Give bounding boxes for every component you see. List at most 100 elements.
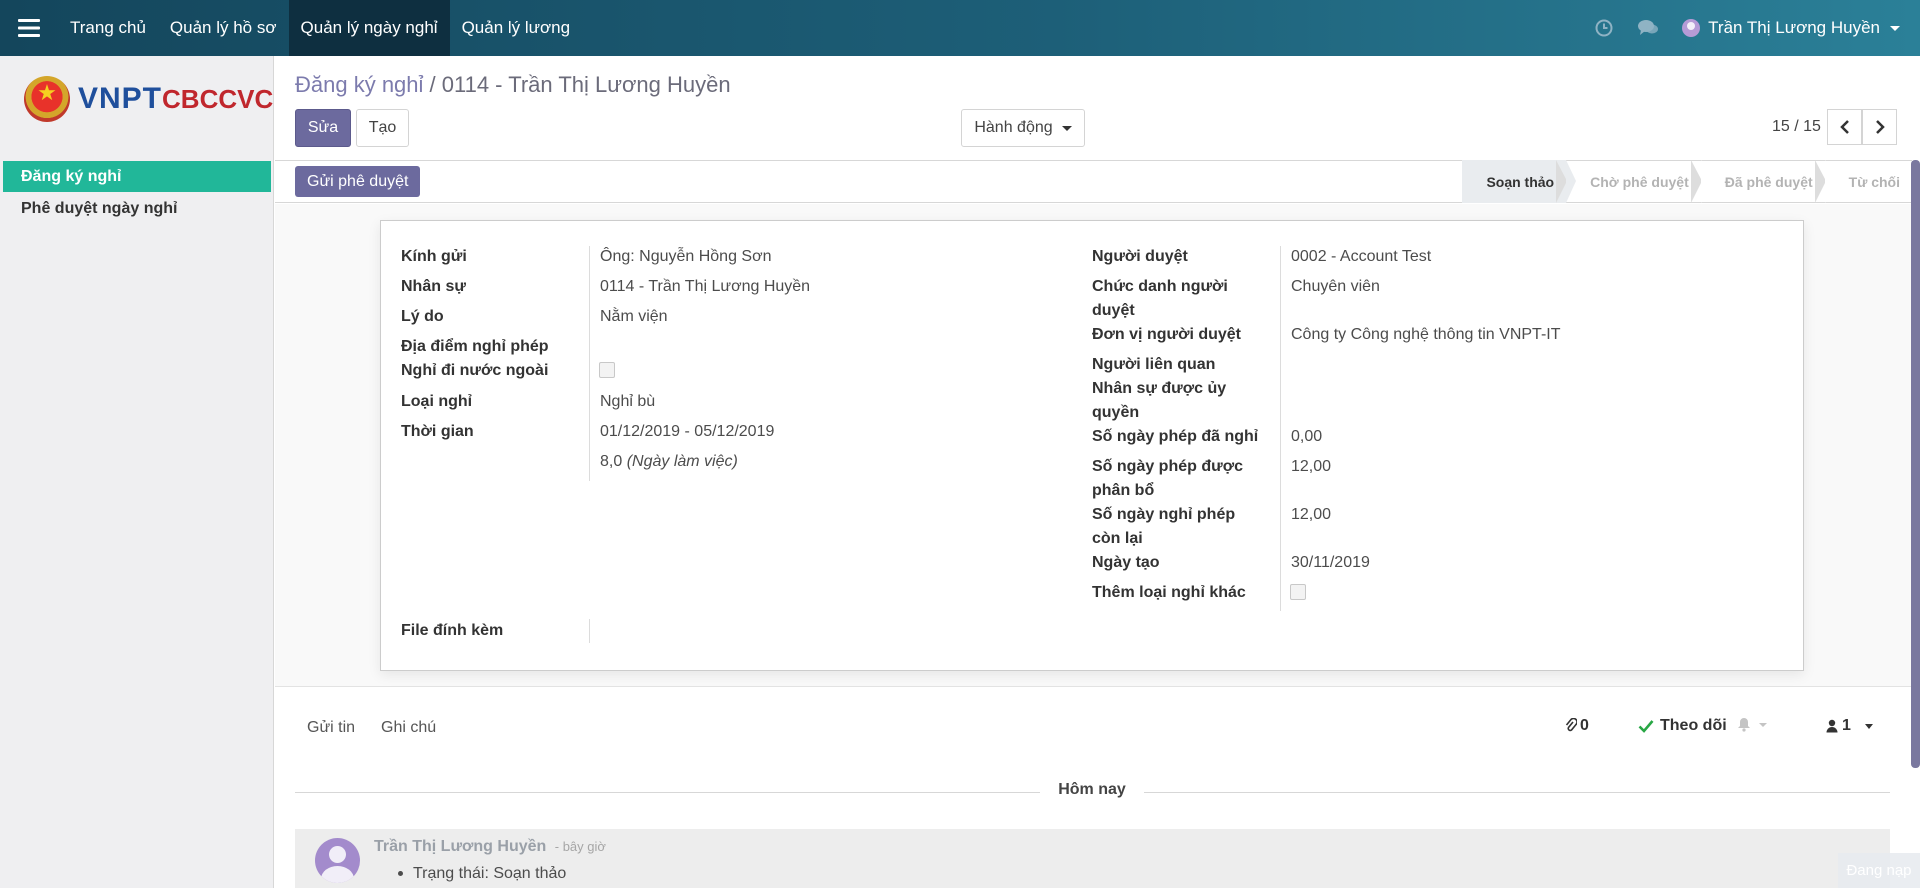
label-days-remaining-1: Số ngày nghỉ phép bbox=[1092, 506, 1236, 523]
logo-text: VNPTCBCCVC bbox=[78, 82, 274, 115]
days-value: 8,0 bbox=[600, 453, 623, 470]
breadcrumb: Đăng ký nghỉ / 0114 - Trần Thị Lương Huy… bbox=[295, 72, 731, 98]
caret-down-icon bbox=[1759, 722, 1767, 727]
follow-label: Theo dõi bbox=[1660, 717, 1727, 734]
followers-button[interactable]: 1 bbox=[1826, 717, 1873, 735]
label-delegate-1: Nhân sự được ủy bbox=[1092, 380, 1227, 397]
label-employee: Nhân sự bbox=[401, 278, 466, 295]
message-change: Trạng thái: Soạn thảo bbox=[413, 865, 567, 882]
field-days-remaining: 12,00 bbox=[1291, 506, 1332, 523]
attachments-count: 0 bbox=[1580, 717, 1589, 734]
stage-rejected[interactable]: Từ chối bbox=[1814, 160, 1912, 203]
label-leave-location: Địa điểm nghỉ phép bbox=[401, 338, 549, 355]
label-created-date: Ngày tạo bbox=[1092, 554, 1160, 571]
bell-icon bbox=[1738, 718, 1750, 732]
nav-salary[interactable]: Quản lý lương bbox=[450, 0, 583, 56]
field-employee[interactable]: 0114 - Trần Thị Lương Huyền bbox=[600, 275, 810, 299]
send-approval-button[interactable]: Gửi phê duyệt bbox=[295, 166, 421, 197]
divider bbox=[589, 246, 590, 481]
label-leave-type: Loại nghỉ bbox=[401, 393, 473, 410]
field-period[interactable]: 01/12/2019 - 05/12/2019 bbox=[600, 420, 774, 444]
stage-pending[interactable]: Chờ phê duyệt bbox=[1556, 160, 1711, 203]
label-approver: Người duyệt bbox=[1092, 248, 1188, 265]
label-period: Thời gian bbox=[401, 423, 474, 440]
breadcrumb-parent[interactable]: Đăng ký nghỉ bbox=[295, 72, 423, 97]
field-approver-unit[interactable]: Công ty Công nghệ thông tin VNPT-IT bbox=[1291, 323, 1560, 347]
label-days-allocated-1: Số ngày phép được bbox=[1092, 458, 1243, 475]
sidebar-item-leave-request[interactable]: Đăng ký nghỉ bbox=[3, 161, 271, 192]
menu-icon[interactable] bbox=[0, 0, 58, 56]
label-approver-title-1: Chức danh người bbox=[1092, 278, 1228, 295]
field-approver[interactable]: 0002 - Account Test bbox=[1291, 245, 1431, 269]
label-days-taken: Số ngày phép đã nghỉ bbox=[1092, 428, 1259, 445]
edit-button[interactable]: Sửa bbox=[295, 109, 351, 147]
divider bbox=[295, 792, 1040, 793]
pager-next-button[interactable] bbox=[1862, 109, 1897, 145]
field-approver-title[interactable]: Chuyên viên bbox=[1291, 275, 1380, 299]
chevron-left-icon bbox=[1839, 120, 1849, 134]
message-body: Trạng thái: Soạn thảo bbox=[398, 865, 566, 883]
pager-value: 15 / 15 bbox=[1772, 118, 1821, 135]
label-attachment: File đính kèm bbox=[401, 622, 504, 639]
message-author[interactable]: Trần Thị Lương Huyền bbox=[374, 838, 546, 855]
abroad-checkbox[interactable] bbox=[599, 362, 615, 378]
loading-indicator: Đang nạp bbox=[1838, 853, 1920, 888]
divider bbox=[589, 619, 590, 643]
other-leave-checkbox[interactable] bbox=[1290, 584, 1306, 600]
user-icon bbox=[1826, 719, 1838, 733]
nav-home[interactable]: Trang chủ bbox=[58, 0, 158, 56]
notification-settings[interactable] bbox=[1737, 717, 1767, 732]
clock-icon[interactable] bbox=[1582, 0, 1626, 56]
pager-previous-button[interactable] bbox=[1827, 109, 1862, 145]
field-reason[interactable]: Nằm viện bbox=[600, 305, 668, 329]
check-icon bbox=[1638, 720, 1654, 733]
label-approver-title-2: duyệt bbox=[1092, 302, 1135, 319]
nav-leave-management[interactable]: Quản lý ngày nghỉ bbox=[288, 0, 450, 56]
label-delegate-2: quyền bbox=[1092, 404, 1140, 421]
label-recipient: Kính gửi bbox=[401, 248, 467, 265]
field-recipient[interactable]: Ông: Nguyễn Hồng Sơn bbox=[600, 245, 771, 269]
label-days-remaining-2: còn lại bbox=[1092, 530, 1143, 547]
send-message-button[interactable]: Gửi tin bbox=[307, 719, 355, 737]
chat-icon[interactable] bbox=[1626, 0, 1670, 56]
message-time: - bây giờ bbox=[554, 839, 606, 854]
create-button[interactable]: Tạo bbox=[356, 109, 409, 147]
breadcrumb-separator: / bbox=[423, 72, 442, 97]
field-days-taken: 0,00 bbox=[1291, 428, 1323, 445]
paperclip-icon bbox=[1565, 718, 1577, 732]
stage-draft[interactable]: Soạn thảo bbox=[1462, 160, 1576, 203]
label-other-leave: Thêm loại nghỉ khác bbox=[1092, 584, 1246, 601]
emblem-icon bbox=[24, 76, 70, 122]
label-related-people: Người liên quan bbox=[1092, 356, 1216, 373]
user-menu[interactable]: Trần Thị Lương Huyền bbox=[1670, 0, 1920, 56]
label-reason: Lý do bbox=[401, 308, 444, 325]
stage-approved[interactable]: Đã phê duyệt bbox=[1690, 160, 1835, 203]
stage-progress: Soạn thảo Chờ phê duyệt Đã phê duyệt Từ … bbox=[1462, 160, 1912, 203]
days-unit: (Ngày làm việc) bbox=[626, 453, 738, 470]
message-header: Trần Thị Lương Huyền - bây giờ bbox=[374, 838, 606, 856]
top-navbar: Trang chủ Quản lý hồ sơ Quản lý ngày ngh… bbox=[0, 0, 1920, 56]
divider bbox=[1280, 246, 1281, 611]
field-leave-type[interactable]: Nghỉ bù bbox=[600, 390, 655, 414]
label-approver-unit: Đơn vị người duyệt bbox=[1092, 326, 1242, 343]
label-abroad: Nghỉ đi nước ngoài bbox=[401, 362, 549, 379]
followers-count: 1 bbox=[1842, 717, 1851, 734]
field-days-count: 8,0 (Ngày làm việc) bbox=[600, 450, 738, 474]
field-days-allocated: 12,00 bbox=[1291, 458, 1332, 475]
date-separator: Hôm nay bbox=[1040, 781, 1144, 799]
sidebar-item-leave-approval[interactable]: Phê duyệt ngày nghỉ bbox=[3, 193, 271, 224]
action-dropdown[interactable]: Hành động bbox=[961, 109, 1085, 147]
log-note-button[interactable]: Ghi chú bbox=[381, 719, 436, 737]
breadcrumb-current: 0114 - Trần Thị Lương Huyền bbox=[441, 72, 731, 97]
app-logo[interactable]: VNPTCBCCVC bbox=[24, 76, 273, 122]
attachments-button[interactable]: 0 bbox=[1565, 717, 1589, 735]
user-name: Trần Thị Lương Huyền bbox=[1708, 18, 1880, 37]
avatar[interactable] bbox=[315, 838, 360, 883]
scrollbar[interactable] bbox=[1911, 160, 1920, 768]
field-created-date: 30/11/2019 bbox=[1291, 554, 1370, 571]
follow-button[interactable]: Theo dõi bbox=[1638, 717, 1727, 735]
caret-down-icon bbox=[1890, 25, 1900, 31]
caret-down-icon bbox=[1061, 125, 1072, 131]
nav-profiles[interactable]: Quản lý hồ sơ bbox=[158, 0, 289, 56]
action-label: Hành động bbox=[974, 119, 1053, 136]
